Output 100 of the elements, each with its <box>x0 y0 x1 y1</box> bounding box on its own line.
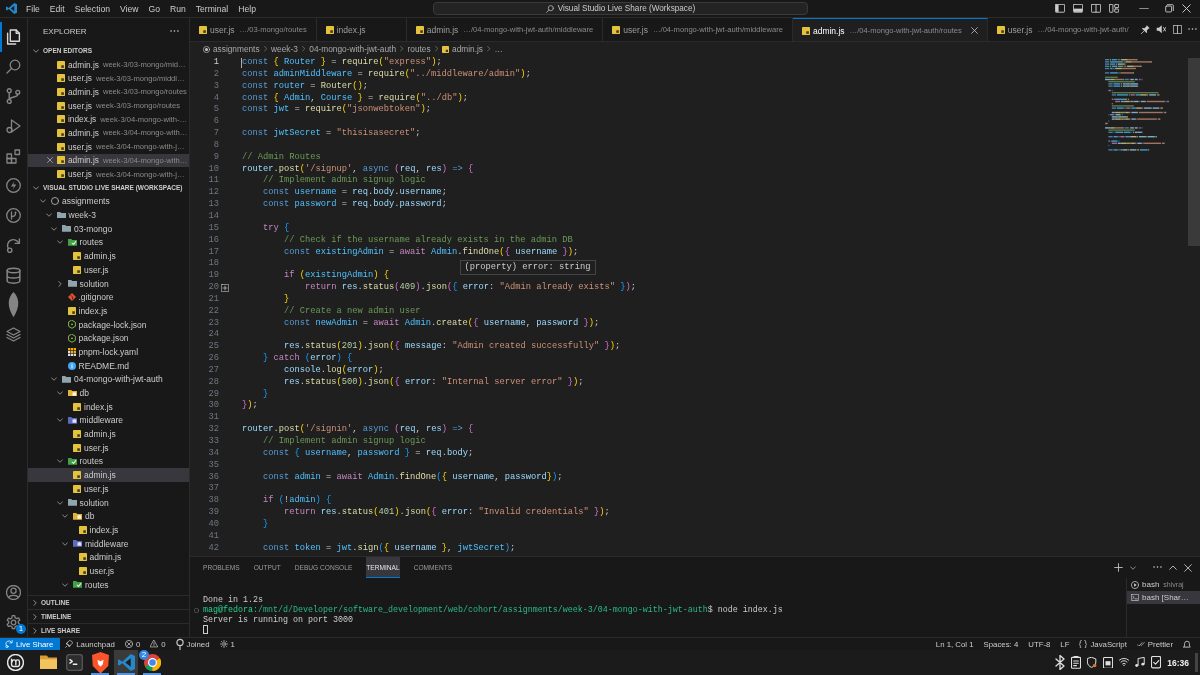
tree-item[interactable]: user.js <box>28 440 189 455</box>
close-icon[interactable] <box>1184 563 1192 572</box>
tree-item[interactable]: pnpm-lock.yaml <box>28 345 189 359</box>
tree-item[interactable]: .gitignore <box>28 290 189 305</box>
files-icon[interactable] <box>6 28 21 45</box>
breadcrumb-item[interactable]: admin.js <box>442 44 483 54</box>
plus-icon[interactable] <box>1114 563 1123 572</box>
menu-item[interactable]: View <box>115 1 144 16</box>
tree-item[interactable]: routes <box>28 235 189 250</box>
search-icon[interactable] <box>6 59 21 75</box>
tree-item[interactable]: user.js <box>28 564 189 578</box>
settings-icon[interactable] <box>6 614 21 630</box>
database-icon[interactable] <box>6 266 21 284</box>
tree-item[interactable]: user.js <box>28 482 189 496</box>
tree-item[interactable]: admin.js <box>28 249 189 263</box>
scrollbar-thumb[interactable] <box>1188 58 1200 246</box>
tree-item[interactable]: middleware <box>28 536 189 551</box>
line-number: 12 <box>207 187 219 200</box>
tree-item[interactable]: README.md <box>28 358 189 373</box>
speaker-icon[interactable] <box>1156 25 1167 34</box>
chevron-down-icon[interactable] <box>1130 565 1136 570</box>
window-icon[interactable] <box>1103 656 1114 669</box>
command-center[interactable]: Visual Studio Live Share (Workspace) <box>432 2 808 15</box>
breadcrumb-item[interactable]: assignments <box>203 44 260 54</box>
wifi-icon[interactable] <box>1119 658 1130 667</box>
breadcrumb-item[interactable]: … <box>494 44 503 54</box>
tree-item[interactable]: index.js <box>28 399 189 414</box>
branch-circle-icon[interactable] <box>6 208 21 224</box>
js-file-icon <box>78 566 87 575</box>
more-icon[interactable] <box>170 29 179 33</box>
menu-item[interactable]: File <box>21 1 45 16</box>
clipboard-check-icon[interactable] <box>1151 656 1162 669</box>
tree-item[interactable]: admin.js <box>28 427 189 441</box>
run-debug-icon[interactable] <box>6 119 21 134</box>
clipboard-icon[interactable] <box>1071 656 1082 669</box>
tree-item[interactable]: package.json <box>28 331 189 346</box>
tree-item[interactable]: package-lock.json <box>28 317 189 332</box>
ribbon-logo-icon[interactable] <box>6 3 17 14</box>
code-line: const jwt = require("jsonwebtoken"); <box>242 104 432 117</box>
line-number: 31 <box>207 412 219 425</box>
terminal-icon[interactable] <box>65 654 83 671</box>
code-line: } <box>263 518 269 531</box>
chevron-up-icon[interactable] <box>1169 564 1177 571</box>
layers-icon[interactable] <box>6 327 21 343</box>
menu-item[interactable]: Selection <box>69 1 116 16</box>
minimize-icon[interactable] <box>1139 7 1149 10</box>
wheel-logo-icon[interactable] <box>143 654 161 671</box>
bell-icon[interactable] <box>1183 639 1191 649</box>
close-icon[interactable] <box>1182 4 1191 13</box>
tree-item[interactable]: admin.js <box>28 468 189 482</box>
tree-item[interactable]: middleware <box>28 413 189 428</box>
breadcrumb-item[interactable]: routes <box>407 44 431 54</box>
tree-item[interactable]: admin.js <box>28 550 189 565</box>
breadcrumb-item[interactable]: 04-mongo-with-jwt-auth <box>309 44 397 54</box>
tree-item[interactable]: db <box>28 386 189 400</box>
menu-item[interactable]: Terminal <box>190 1 234 16</box>
breadcrumb-item[interactable]: week-3 <box>271 44 298 54</box>
more-icon[interactable] <box>1153 566 1162 569</box>
menu-item[interactable]: Go <box>143 1 165 16</box>
start-menu-icon[interactable] <box>6 654 24 671</box>
tree-item[interactable]: routes <box>28 577 189 592</box>
tree-item[interactable]: solution <box>28 495 189 510</box>
more-icon[interactable] <box>1187 28 1197 31</box>
restore-icon[interactable] <box>1165 4 1174 13</box>
source-control-icon[interactable] <box>6 88 21 105</box>
tree-item[interactable]: index.js <box>28 304 189 318</box>
tree-item[interactable]: index.js <box>28 523 189 537</box>
tree-item[interactable]: week-3 <box>28 208 189 222</box>
code-line: const admin = await Admin.findOne({ username, password}); <box>263 471 563 484</box>
menu-item[interactable]: Run <box>165 1 191 16</box>
plus-box-icon[interactable] <box>221 283 229 292</box>
tree-item[interactable]: solution <box>28 276 189 291</box>
sidebar-toggle-icon[interactable] <box>1055 4 1065 13</box>
extensions-icon[interactable] <box>6 148 21 164</box>
split-editor-icon[interactable] <box>1172 25 1182 34</box>
close-icon[interactable] <box>970 27 978 34</box>
account-icon[interactable] <box>6 584 21 600</box>
panel-toggle-icon[interactable] <box>1073 4 1083 13</box>
music-note-icon[interactable] <box>1135 657 1146 668</box>
menu-item[interactable]: Edit <box>44 1 70 16</box>
share-arrow-icon[interactable] <box>6 237 21 254</box>
folder-icon[interactable] <box>39 655 57 670</box>
split-layout-icon[interactable] <box>1091 4 1101 13</box>
shield-icon[interactable] <box>1087 656 1098 669</box>
editor-tab[interactable]: index.js <box>316 18 407 41</box>
layout-icon[interactable] <box>1109 4 1119 13</box>
tree-item[interactable]: 03-mongo <box>28 221 189 236</box>
leaf-icon[interactable] <box>6 291 21 320</box>
lightning-icon[interactable] <box>6 178 21 194</box>
tree-item[interactable]: user.js <box>28 263 189 277</box>
lion-shield-icon[interactable] <box>91 651 109 674</box>
tree-item[interactable]: routes <box>28 454 189 469</box>
tree-item[interactable]: db <box>28 509 189 524</box>
shell-session-item[interactable]: bash [Shar… <box>1127 591 1200 604</box>
tree-item[interactable]: 04-mongo-with-jwt-auth <box>28 372 189 387</box>
clock[interactable]: 16:36 <box>1167 657 1189 668</box>
bluetooth-icon[interactable] <box>1055 655 1066 670</box>
menu-item[interactable]: Help <box>233 1 261 16</box>
pin-icon[interactable] <box>1141 25 1151 34</box>
tree-item[interactable]: assignments <box>28 194 189 209</box>
